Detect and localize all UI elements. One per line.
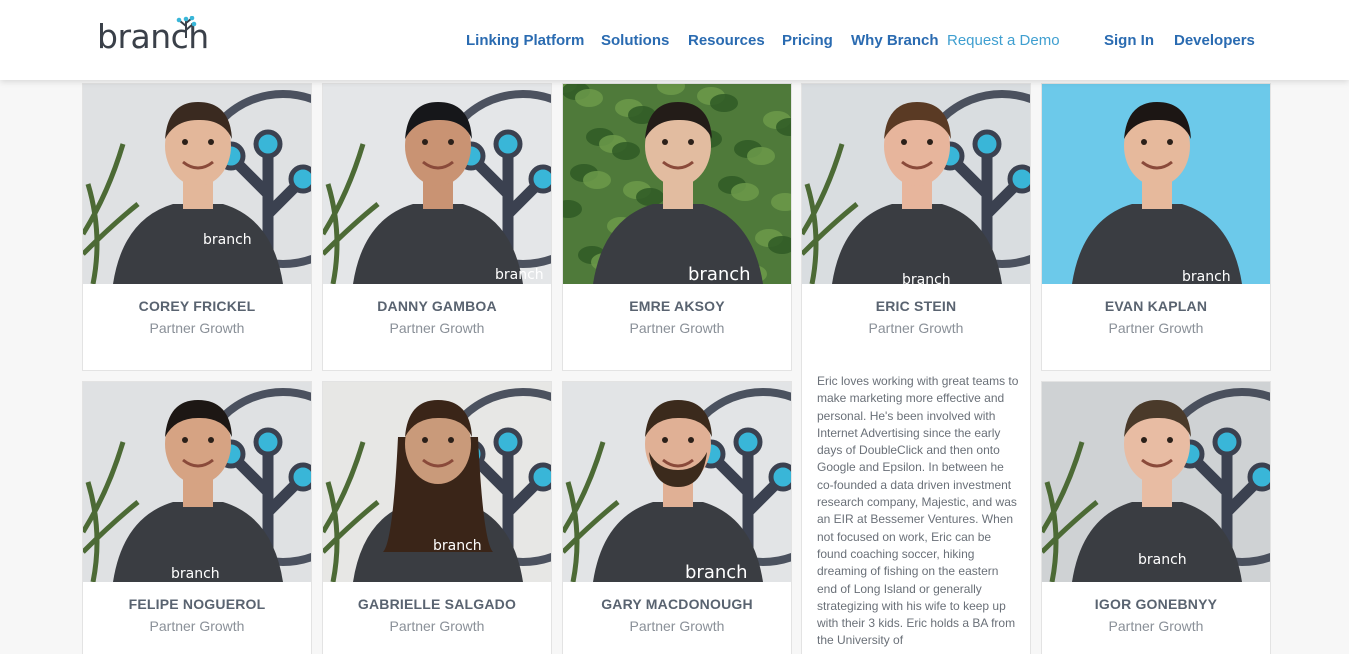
team-member-photo: branch <box>323 84 551 284</box>
team-member-role: Partner Growth <box>389 320 485 336</box>
portrait-illustration: branch <box>1042 382 1270 582</box>
team-member-role: Partner Growth <box>389 618 485 634</box>
team-card[interactable]: branch GARY MACDONOUGH Partner Growth <box>562 381 792 654</box>
team-card-expanded[interactable]: branch ERIC STEIN Partner Growth Eric lo… <box>801 83 1031 654</box>
nav-linking-platform[interactable]: Linking Platform <box>466 32 584 49</box>
portrait-illustration: branch <box>802 84 1030 284</box>
team-member-name: GABRIELLE SALGADO <box>357 596 517 612</box>
team-member-role: Partner Growth <box>629 320 725 336</box>
shirt-logo-text: branch <box>433 538 482 554</box>
nav-resources[interactable]: Resources <box>688 32 765 49</box>
team-card[interactable]: branch COREY FRICKEL Partner Growth <box>82 83 312 371</box>
team-member-photo: branch <box>563 84 791 284</box>
team-member-photo: branch <box>1042 382 1270 582</box>
top-navigation-bar: branch Linking Platform Solutions Resour… <box>0 0 1349 80</box>
team-member-name: COREY FRICKEL <box>138 298 256 314</box>
team-member-bio: Eric loves working with great teams to m… <box>817 374 1019 648</box>
portrait-illustration: branch <box>83 382 311 582</box>
team-member-name: ERIC STEIN <box>875 298 957 314</box>
team-card[interactable]: branch IGOR GONEBNYY Partner Growth <box>1041 381 1271 654</box>
team-member-photo: branch <box>802 84 1030 284</box>
team-member-role: Partner Growth <box>868 320 964 336</box>
team-member-role: Partner Growth <box>1108 320 1204 336</box>
team-member-role: Partner Growth <box>149 320 245 336</box>
team-card[interactable]: branch EVAN KAPLAN Partner Growth <box>1041 83 1271 371</box>
team-member-name: GARY MACDONOUGH <box>601 596 753 612</box>
team-member-role: Partner Growth <box>629 618 725 634</box>
team-member-photo: branch <box>1042 84 1270 284</box>
team-card[interactable]: branch FELIPE NOGUEROL Partner Growth <box>82 381 312 654</box>
shirt-logo-text: branch <box>171 566 220 582</box>
team-member-name: DANNY GAMBOA <box>377 298 497 314</box>
main-nav: Linking Platform Solutions Resources Pri… <box>0 32 1349 54</box>
portrait-illustration: branch <box>323 84 551 284</box>
team-member-name: IGOR GONEBNYY <box>1094 596 1218 612</box>
portrait-illustration: branch <box>563 382 791 582</box>
portrait-illustration: branch <box>563 84 791 284</box>
team-member-name: FELIPE NOGUEROL <box>128 596 266 612</box>
shirt-logo-text: branch <box>685 562 748 582</box>
nav-developers[interactable]: Developers <box>1174 32 1255 49</box>
nav-request-demo[interactable]: Request a Demo <box>947 32 1060 49</box>
team-member-photo: branch <box>563 382 791 582</box>
shirt-logo-text: branch <box>203 232 252 248</box>
team-card[interactable]: branch DANNY GAMBOA Partner Growth <box>322 83 552 371</box>
team-card[interactable]: branch EMRE AKSOY Partner Growth <box>562 83 792 371</box>
team-member-photo: branch <box>83 382 311 582</box>
shirt-logo-text: branch <box>902 272 951 284</box>
team-member-photo: branch <box>83 84 311 284</box>
team-card[interactable]: branch GABRIELLE SALGADO Partner Growth <box>322 381 552 654</box>
nav-pricing[interactable]: Pricing <box>782 32 833 49</box>
shirt-logo-text: branch <box>1182 269 1231 284</box>
portrait-illustration: branch <box>323 382 551 582</box>
shirt-logo-text: branch <box>495 267 544 283</box>
team-member-role: Partner Growth <box>149 618 245 634</box>
portrait-illustration: branch <box>1042 84 1270 284</box>
portrait-illustration: branch <box>83 84 311 284</box>
nav-why-branch[interactable]: Why Branch <box>851 32 939 49</box>
team-member-name: EMRE AKSOY <box>629 298 725 314</box>
nav-solutions[interactable]: Solutions <box>601 32 669 49</box>
team-member-photo: branch <box>323 382 551 582</box>
team-member-role: Partner Growth <box>1108 618 1204 634</box>
team-member-name: EVAN KAPLAN <box>1104 298 1208 314</box>
shirt-logo-text: branch <box>1138 552 1187 568</box>
nav-sign-in[interactable]: Sign In <box>1104 32 1154 49</box>
shirt-logo-text: branch <box>688 264 751 284</box>
